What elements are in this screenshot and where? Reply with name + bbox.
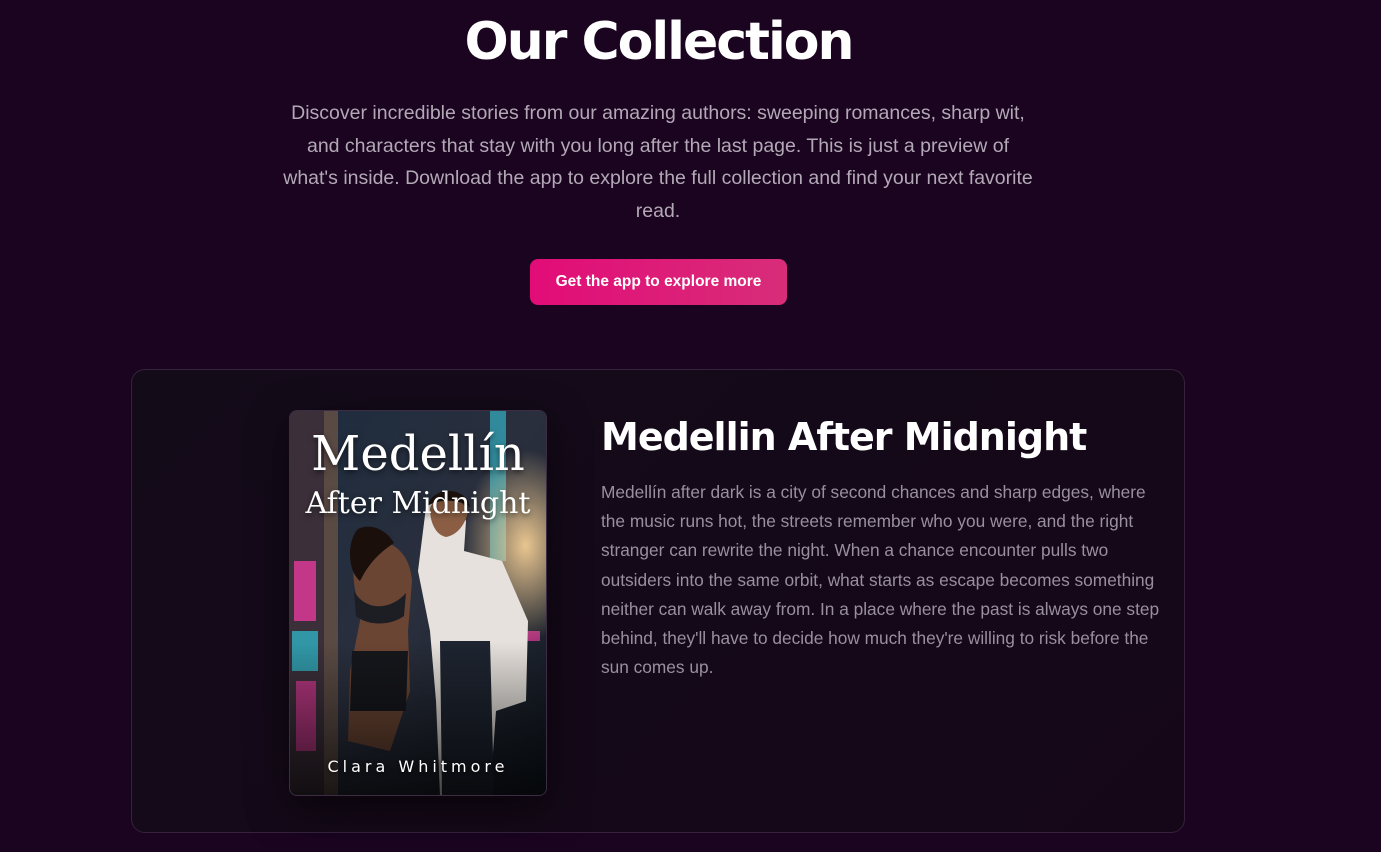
book-title[interactable]: Medellin After Midnight [601,412,1087,462]
get-app-button[interactable]: Get the app to explore more [530,259,787,305]
cover-title-line1: Medellín [311,426,525,482]
page-title: Our Collection [464,12,854,72]
intro-text: Discover incredible stories from our ama… [283,102,1033,222]
book-card[interactable]: Medellín After Midnight Clara Whitmore M… [131,369,1185,833]
cover-author: Clara Whitmore [327,757,509,776]
collection-page: Our Collection Discover incredible stori… [0,0,1381,852]
book-cover[interactable]: Medellín After Midnight Clara Whitmore [289,410,547,796]
book-description: Medellín after dark is a city of second … [601,482,1160,678]
cover-title-line2: After Midnight [305,486,531,521]
